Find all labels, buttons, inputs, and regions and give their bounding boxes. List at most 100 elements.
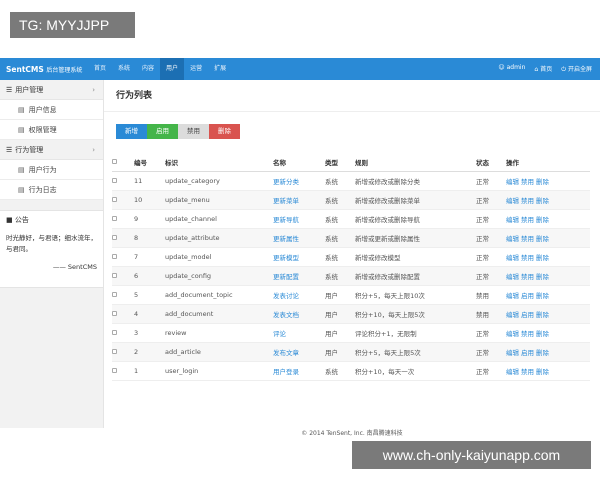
row-action-link[interactable]: 编辑 bbox=[506, 216, 519, 224]
select-all-checkbox[interactable] bbox=[112, 158, 117, 164]
row-action-link[interactable]: 删除 bbox=[536, 292, 549, 300]
sidebar-group-label: 用户管理 bbox=[15, 85, 44, 94]
nav-item[interactable]: 用户 bbox=[160, 58, 185, 80]
row-checkbox[interactable] bbox=[112, 196, 117, 202]
document-icon: ▤ bbox=[18, 165, 25, 174]
row-checkbox[interactable] bbox=[112, 177, 117, 183]
disable-button[interactable]: 禁用 bbox=[178, 124, 209, 139]
row-action-link[interactable]: 禁用 bbox=[521, 178, 534, 186]
cell-name-link[interactable]: 发表讨论 bbox=[273, 285, 325, 305]
row-checkbox[interactable] bbox=[112, 234, 117, 240]
row-action-link[interactable]: 删除 bbox=[536, 349, 549, 357]
sidebar-item-label: 权限管理 bbox=[28, 125, 57, 134]
cell-key: user_login bbox=[165, 361, 273, 381]
row-checkbox[interactable] bbox=[112, 348, 117, 354]
cell-name-link[interactable]: 更新配置 bbox=[273, 266, 325, 286]
cell-name-link[interactable]: 更新模型 bbox=[273, 247, 325, 267]
row-checkbox[interactable] bbox=[112, 291, 117, 297]
sidebar-item-permissions[interactable]: ▤ 权限管理 bbox=[0, 120, 103, 140]
row-action-link[interactable]: 删除 bbox=[536, 254, 549, 262]
sidebar-group-user[interactable]: ☰ 用户管理 › bbox=[0, 80, 103, 100]
cell-id: 6 bbox=[134, 266, 165, 286]
cell-type: 系统 bbox=[325, 247, 355, 267]
row-action-link[interactable]: 删除 bbox=[536, 368, 549, 376]
cell-name-link[interactable]: 更新导航 bbox=[273, 209, 325, 229]
row-action-link[interactable]: 编辑 bbox=[506, 349, 519, 357]
enable-button[interactable]: 启用 bbox=[147, 124, 178, 139]
row-action-link[interactable]: 禁用 bbox=[521, 235, 534, 243]
row-action-link[interactable]: 删除 bbox=[536, 273, 549, 281]
row-action-link[interactable]: 编辑 bbox=[506, 330, 519, 338]
row-checkbox[interactable] bbox=[112, 272, 117, 278]
row-action-link[interactable]: 删除 bbox=[536, 197, 549, 205]
document-icon: ▤ bbox=[18, 125, 25, 134]
row-checkbox[interactable] bbox=[112, 310, 117, 316]
nav-item[interactable]: 系统 bbox=[112, 58, 136, 80]
nav-item[interactable]: 扩展 bbox=[208, 58, 232, 80]
cell-type: 系统 bbox=[325, 266, 355, 286]
nav-item[interactable]: 内容 bbox=[136, 58, 160, 80]
row-action-link[interactable]: 启用 bbox=[521, 349, 534, 357]
row-select-cell bbox=[112, 361, 134, 381]
nav-item[interactable]: 运营 bbox=[184, 58, 208, 80]
row-action-link[interactable]: 编辑 bbox=[506, 368, 519, 376]
row-action-link[interactable]: 删除 bbox=[536, 311, 549, 319]
row-action-link[interactable]: 启用 bbox=[521, 292, 534, 300]
row-action-link[interactable]: 编辑 bbox=[506, 254, 519, 262]
nav-item[interactable]: 首页 bbox=[88, 58, 112, 80]
cell-status: 正常 bbox=[476, 228, 506, 248]
row-action-link[interactable]: 禁用 bbox=[521, 273, 534, 281]
page-title: 行为列表 bbox=[104, 80, 600, 112]
notice-body: 时光静好，与君语；细水流年，与君同。 bbox=[6, 234, 97, 253]
column-header: 编号 bbox=[134, 153, 165, 172]
home-link[interactable]: ⌂ 首页 bbox=[534, 64, 552, 74]
cell-rule: 积分+5，每天上限5次 bbox=[355, 342, 476, 362]
cell-name-link[interactable]: 更新菜单 bbox=[273, 190, 325, 210]
row-checkbox[interactable] bbox=[112, 215, 117, 221]
row-action-link[interactable]: 禁用 bbox=[521, 254, 534, 262]
cell-status: 正常 bbox=[476, 361, 506, 381]
sidebar-item-action-log[interactable]: ▤ 行为日志 bbox=[0, 180, 103, 200]
row-action-link[interactable]: 编辑 bbox=[506, 197, 519, 205]
row-action-link[interactable]: 删除 bbox=[536, 330, 549, 338]
row-action-link[interactable]: 编辑 bbox=[506, 292, 519, 300]
row-action-link[interactable]: 启用 bbox=[521, 311, 534, 319]
row-action-link[interactable]: 编辑 bbox=[506, 273, 519, 281]
row-action-link[interactable]: 删除 bbox=[536, 178, 549, 186]
delete-button[interactable]: 删除 bbox=[209, 124, 240, 139]
notice-signature: —— SentCMS bbox=[52, 263, 97, 271]
row-checkbox[interactable] bbox=[112, 367, 117, 373]
brand-subtitle: 后台管理系统 bbox=[46, 66, 83, 74]
row-checkbox[interactable] bbox=[112, 253, 117, 259]
cell-key: update_channel bbox=[165, 209, 273, 229]
table-row: 9 update_channel 更新导航 系统 新增或修改或删除导航 正常 编辑 禁用 删除 bbox=[112, 209, 590, 229]
row-action-link[interactable]: 禁用 bbox=[521, 216, 534, 224]
brand-logo[interactable]: SentCMS 后台管理系统 bbox=[0, 65, 88, 74]
row-action-link[interactable]: 编辑 bbox=[506, 311, 519, 319]
user-menu[interactable]: ☺ admin bbox=[498, 64, 525, 74]
sidebar-item-label: 行为日志 bbox=[28, 185, 57, 194]
row-action-link[interactable]: 禁用 bbox=[521, 368, 534, 376]
row-checkbox[interactable] bbox=[112, 329, 117, 335]
cell-name-link[interactable]: 更新分类 bbox=[273, 171, 325, 191]
add-button[interactable]: 新增 bbox=[116, 124, 147, 139]
cell-rule: 新增或修改或删除导航 bbox=[355, 209, 476, 229]
brand-name: SentCMS bbox=[6, 64, 44, 74]
cell-name-link[interactable]: 评论 bbox=[273, 323, 325, 343]
sidebar-item-user-action[interactable]: ▤ 用户行为 bbox=[0, 160, 103, 180]
row-action-link[interactable]: 删除 bbox=[536, 216, 549, 224]
sidebar-group-action[interactable]: ☰ 行为管理 › bbox=[0, 140, 103, 160]
cell-name-link[interactable]: 发布文章 bbox=[273, 342, 325, 362]
user-name: admin bbox=[506, 64, 526, 71]
cell-name-link[interactable]: 用户登录 bbox=[273, 361, 325, 381]
row-action-link[interactable]: 编辑 bbox=[506, 235, 519, 243]
row-action-link[interactable]: 禁用 bbox=[521, 197, 534, 205]
cell-name-link[interactable]: 更新属性 bbox=[273, 228, 325, 248]
row-action-link[interactable]: 编辑 bbox=[506, 178, 519, 186]
row-action-link[interactable]: 删除 bbox=[536, 235, 549, 243]
row-action-link[interactable]: 禁用 bbox=[521, 330, 534, 338]
document-icon: ▤ bbox=[18, 105, 25, 114]
cell-name-link[interactable]: 发表文档 bbox=[273, 304, 325, 324]
sidebar-item-user-info[interactable]: ▤ 用户信息 bbox=[0, 100, 103, 120]
fullscreen-link[interactable]: ⏻ 开启全屏 bbox=[561, 64, 592, 74]
